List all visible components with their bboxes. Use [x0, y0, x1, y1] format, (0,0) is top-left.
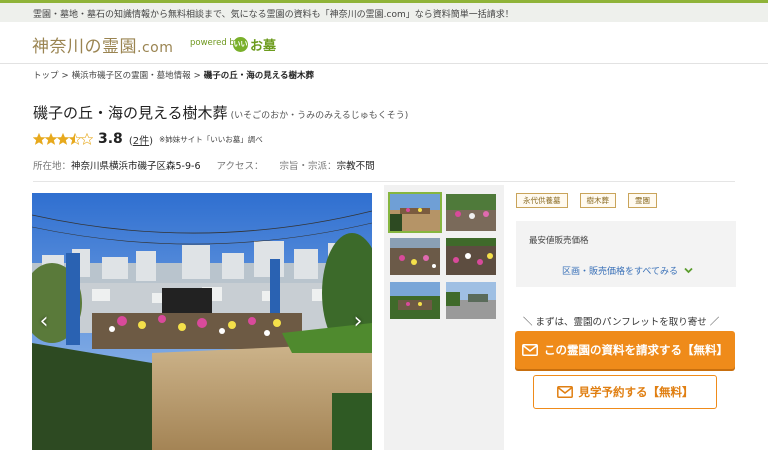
partner-logo[interactable]: いい お墓	[233, 35, 276, 54]
site-logo-main: 神奈川の霊園	[32, 37, 137, 57]
breadcrumb-separator: >	[193, 71, 201, 81]
book-visit-label: 見学予約する【無料】	[578, 385, 694, 399]
request-brochure-label: この霊園の資料を請求する【無料】	[544, 343, 728, 357]
breadcrumb-link-top[interactable]: トップ	[33, 71, 59, 81]
gallery-prev-icon[interactable]: ‹	[36, 310, 52, 334]
partner-logo-text: お墓	[250, 39, 277, 54]
book-visit-button[interactable]: 見学予約する【無料】	[533, 375, 717, 409]
address-label: 所在地：	[33, 161, 72, 172]
page-title: 磯子の丘・海の見える樹木葬 (いそごのおか・うみのみえるじゅもくそう)	[33, 102, 408, 123]
access-label: アクセス：	[216, 161, 264, 172]
price-box: 最安値販売価格 区画・販売価格をすべてみる	[516, 221, 736, 287]
tag-jumokusou[interactable]: 樹木葬	[579, 193, 616, 208]
rating-source-note: ※姉妹サイト「いいお墓」調べ	[159, 134, 263, 144]
top-notice-bar: 霊園・墓地・墓石の知識情報から無料相談まで、気になる霊園の資料も「神奈川の霊園.…	[0, 0, 768, 22]
site-header: 神奈川の霊園.com powered by いい お墓	[0, 22, 768, 64]
thumbnail-1[interactable]	[388, 192, 442, 233]
breadcrumb-current: 磯子の丘・海の見える樹木葬	[203, 71, 315, 81]
breadcrumb-link-area[interactable]: 横浜市磯子区の霊園・墓地情報	[72, 71, 191, 81]
rating-score: 3.8	[98, 131, 123, 147]
request-brochure-button[interactable]: この霊園の資料を請求する【無料】	[515, 331, 735, 369]
info-row: 所在地： 神奈川県横浜市磯子区森5-9-6 アクセス： 宗旨・宗派： 宗教不問	[33, 158, 391, 172]
site-logo-suffix: .com	[137, 40, 174, 56]
star-rating	[33, 132, 93, 146]
site-logo[interactable]: 神奈川の霊園.com	[32, 32, 173, 57]
price-label: 最安値販売価格	[529, 236, 589, 246]
thumbnail-6[interactable]	[446, 282, 496, 319]
tag-eitai-kuyou[interactable]: 永代供養墓	[516, 193, 568, 208]
price-list-link[interactable]: 区画・販売価格をすべてみる	[562, 264, 693, 277]
tag-reien[interactable]: 霊園	[628, 193, 657, 208]
pamphlet-caption: ＼ まずは、霊園のパンフレットを取り寄せ ／	[523, 317, 720, 328]
mail-icon	[522, 344, 538, 356]
thumbnail-2[interactable]	[446, 194, 496, 231]
section-divider	[33, 181, 735, 182]
address-value: 神奈川県横浜市磯子区森5-9-6	[71, 161, 201, 172]
thumbnail-3[interactable]	[390, 238, 440, 275]
thumbnail-4[interactable]	[446, 238, 496, 275]
religion-label: 宗旨・宗派：	[279, 161, 337, 172]
religion-value: 宗教不問	[336, 161, 375, 172]
cemetery-photo	[32, 193, 372, 450]
thumbnail-5[interactable]	[390, 282, 440, 319]
chevron-down-icon	[684, 267, 693, 274]
rating-row: 3.8 (2件) ※姉妹サイト「いいお墓」調べ	[33, 131, 263, 147]
thumbnail-grid	[384, 185, 504, 450]
breadcrumb: トップ > 横浜市磯子区の霊園・墓地情報 > 磯子の丘・海の見える樹木葬	[33, 69, 314, 81]
star-rating-icon	[33, 132, 93, 145]
cemetery-name-reading: (いそごのおか・うみのみえるじゅもくそう)	[230, 111, 409, 121]
gallery-next-icon[interactable]: ›	[350, 310, 366, 334]
price-list-link-text: 区画・販売価格をすべてみる	[562, 267, 679, 277]
main-photo[interactable]: ‹ ›	[32, 193, 372, 450]
mail-icon	[556, 386, 573, 398]
review-paren-close: )	[149, 135, 153, 147]
cemetery-name: 磯子の丘・海の見える樹木葬	[33, 104, 228, 122]
partner-logo-badge: いい	[233, 37, 248, 52]
review-count-link[interactable]: 2件	[133, 136, 149, 147]
top-notice-text: 霊園・墓地・墓石の知識情報から無料相談まで、気になる霊園の資料も「神奈川の霊園.…	[33, 10, 514, 20]
review-count: (2件)	[129, 132, 153, 147]
category-tags: 永代供養墓 樹木葬 霊園	[516, 193, 657, 208]
breadcrumb-separator: >	[61, 71, 69, 81]
